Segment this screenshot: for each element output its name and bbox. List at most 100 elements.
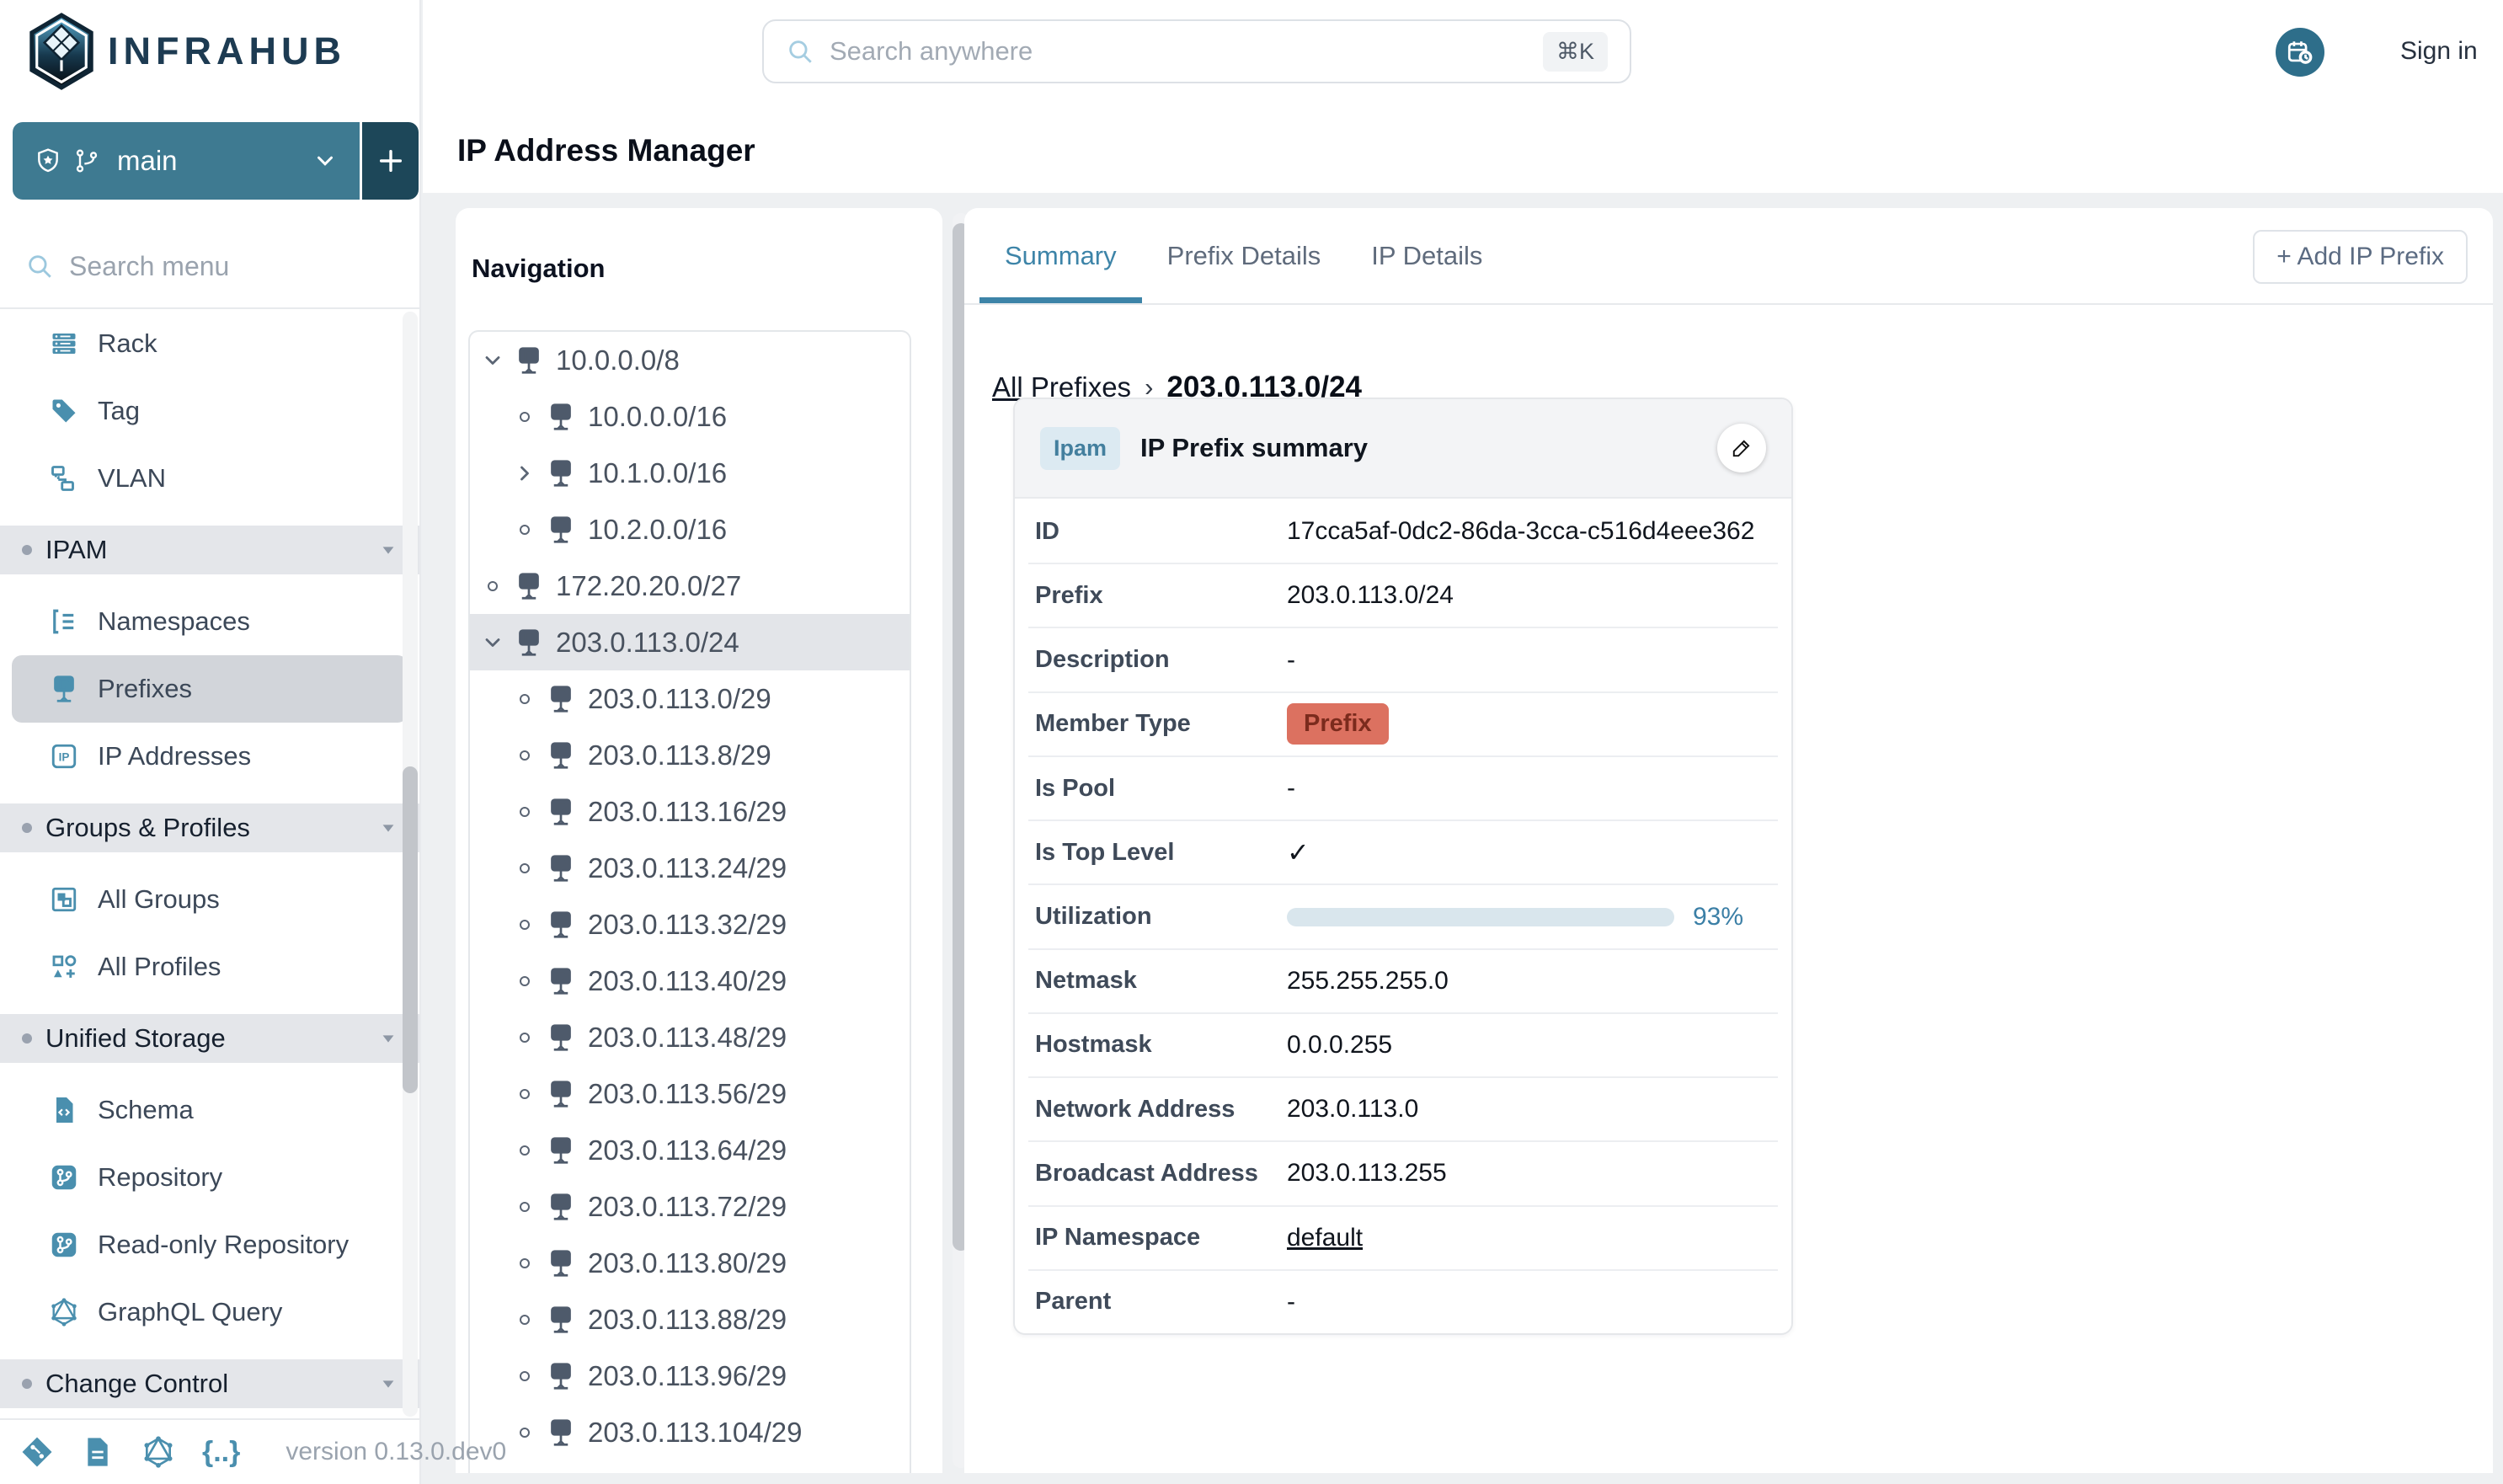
chevron-down-icon[interactable]	[478, 349, 507, 372]
sidebar-item-namespaces[interactable]: Namespaces	[12, 588, 408, 655]
circle-icon[interactable]	[510, 862, 539, 875]
tree-row[interactable]: IP203.0.113.8/29	[470, 727, 910, 783]
create-branch-button[interactable]	[360, 122, 419, 200]
global-search-input[interactable]	[830, 36, 1528, 67]
sidebar-scrollbar-thumb[interactable]	[403, 766, 418, 1093]
sidebar-item-prefixes[interactable]: IPPrefixes	[12, 655, 408, 723]
tree-row[interactable]: IP203.0.113.32/29	[470, 896, 910, 953]
version-label: version 0.13.0.dev0	[286, 1438, 506, 1466]
sidebar-item-ip-addresses[interactable]: IPIP Addresses	[12, 723, 408, 790]
chevron-down-icon[interactable]	[478, 631, 507, 654]
card-title: IP Prefix summary	[1140, 433, 1368, 463]
chevron-right-icon[interactable]	[510, 462, 539, 485]
logo[interactable]: INFRAHUB	[29, 12, 346, 91]
row-label: Netmask	[1028, 967, 1287, 995]
sidebar-item-label: Read-only Repository	[98, 1230, 349, 1260]
circle-icon[interactable]	[510, 1257, 539, 1270]
tree-row[interactable]: IP203.0.113.104/29	[470, 1404, 910, 1460]
circle-icon[interactable]	[510, 1426, 539, 1439]
tree-row[interactable]: IP10.0.0.0/8	[470, 332, 910, 388]
ip-prefix-icon: IP	[546, 1135, 576, 1166]
tree-row[interactable]: IP10.1.0.0/16	[470, 445, 910, 501]
tree-row[interactable]: IP203.0.113.16/29	[470, 783, 910, 840]
tab-summary[interactable]: Summary	[979, 208, 1142, 303]
git-icon[interactable]	[20, 1435, 54, 1469]
sidebar-item-graphql-query[interactable]: GraphQL Query	[12, 1278, 408, 1346]
ip-prefix-icon: IP	[546, 1192, 576, 1222]
circle-icon[interactable]	[510, 1144, 539, 1157]
sidebar-item-rack[interactable]: Rack	[12, 310, 408, 377]
circle-icon[interactable]	[510, 1369, 539, 1383]
edit-button[interactable]	[1717, 424, 1766, 472]
sidebar-item-vlan[interactable]: VLAN	[12, 445, 408, 512]
summary-rows: ID17cca5af-0dc2-86da-3cca-c516d4eee362Pr…	[1015, 500, 1791, 1333]
row-value: -	[1287, 774, 1295, 803]
docs-icon[interactable]	[81, 1435, 115, 1469]
sidebar-section-unified-storage[interactable]: Unified Storage	[0, 1014, 419, 1063]
sign-in-button[interactable]: Sign in	[2400, 37, 2478, 66]
sidebar-section-groups-profiles[interactable]: Groups & Profiles	[0, 803, 419, 852]
tab-ip-details[interactable]: IP Details	[1346, 208, 1508, 303]
circle-icon[interactable]	[510, 749, 539, 762]
add-ip-prefix-button[interactable]: + Add IP Prefix	[2253, 230, 2468, 284]
circle-icon[interactable]	[478, 579, 507, 593]
svg-text:IP: IP	[557, 972, 565, 982]
circle-icon[interactable]	[510, 523, 539, 536]
branch-selector[interactable]: main	[13, 122, 419, 200]
tree-item-label: 203.0.113.40/29	[588, 965, 787, 997]
tree-item-label: 10.1.0.0/16	[588, 457, 727, 489]
tree-row[interactable]: IP203.0.113.72/29	[470, 1178, 910, 1235]
circle-icon[interactable]	[510, 1087, 539, 1101]
sidebar-item-schema[interactable]: Schema	[12, 1076, 408, 1144]
circle-icon[interactable]	[510, 1031, 539, 1044]
summary-row-ip-namespace: IP Namespacedefault	[1028, 1205, 1778, 1269]
tree-row[interactable]: IP10.0.0.0/16	[470, 388, 910, 445]
row-value: -	[1287, 1288, 1295, 1316]
ip-prefix-icon: IP	[514, 571, 544, 601]
all-profiles-icon	[49, 952, 79, 982]
circle-icon[interactable]	[510, 918, 539, 932]
tree-row[interactable]: IP203.0.113.64/29	[470, 1122, 910, 1178]
tree-row[interactable]: IP203.0.113.48/29	[470, 1009, 910, 1065]
row-label: Parent	[1028, 1288, 1287, 1316]
circle-icon[interactable]	[510, 974, 539, 988]
top-header: ⌘K Sign in IP Address Manager	[423, 0, 2503, 193]
ip-prefix-icon: IP	[546, 1248, 576, 1278]
tree-row[interactable]: IP203.0.113.0/29	[470, 670, 910, 727]
sidebar-search-input[interactable]	[69, 251, 394, 282]
swagger-braces-icon[interactable]: {..}	[202, 1435, 240, 1469]
section-bullet	[22, 1379, 32, 1389]
circle-icon[interactable]	[510, 805, 539, 819]
circle-icon[interactable]	[510, 1200, 539, 1214]
tree-row[interactable]: IP 203.0.113.40/29	[470, 953, 910, 1009]
svg-text:IP: IP	[557, 1198, 565, 1208]
tree-row[interactable]: IP10.2.0.0/16	[470, 501, 910, 558]
tree-row[interactable]: IP172.20.20.0/27	[470, 558, 910, 614]
svg-text:IP: IP	[557, 746, 565, 756]
sidebar-item-repository[interactable]: Repository	[12, 1144, 408, 1211]
sidebar-section-change-control[interactable]: Change Control	[0, 1359, 419, 1408]
namespace-link[interactable]: default	[1287, 1224, 1363, 1252]
circle-icon[interactable]	[510, 692, 539, 706]
tree-row[interactable]: IP203.0.113.88/29	[470, 1291, 910, 1348]
graphql-icon[interactable]	[141, 1435, 175, 1469]
tree-row[interactable]: IP203.0.113.96/29	[470, 1348, 910, 1404]
row-label: Broadcast Address	[1028, 1160, 1287, 1188]
circle-icon[interactable]	[510, 410, 539, 424]
tab-prefix-details[interactable]: Prefix Details	[1142, 208, 1347, 303]
sidebar-item-all-profiles[interactable]: All Profiles	[12, 933, 408, 1001]
tree-row[interactable]: IP203.0.113.80/29	[470, 1235, 910, 1291]
sidebar-item-read-only-repository[interactable]: Read-only Repository	[12, 1211, 408, 1278]
time-travel-button[interactable]	[2276, 28, 2324, 77]
sidebar-footer: {..} version 0.13.0.dev0	[0, 1418, 419, 1484]
tree-row[interactable]: IP203.0.113.24/29	[470, 840, 910, 896]
tree-row[interactable]: IP203.0.113.0/24	[470, 614, 910, 670]
branch-selector-main[interactable]: main	[13, 122, 360, 200]
tree-row[interactable]: IP203.0.113.112/29	[470, 1460, 910, 1473]
sidebar-section-ipam[interactable]: IPAM	[0, 526, 419, 574]
circle-icon[interactable]	[510, 1313, 539, 1327]
tree-row[interactable]: IP203.0.113.56/29	[470, 1065, 910, 1122]
sidebar-item-all-groups[interactable]: All Groups	[12, 866, 408, 933]
sidebar-item-tag[interactable]: Tag	[12, 377, 408, 445]
summary-row-id: ID17cca5af-0dc2-86da-3cca-c516d4eee362	[1028, 500, 1778, 563]
